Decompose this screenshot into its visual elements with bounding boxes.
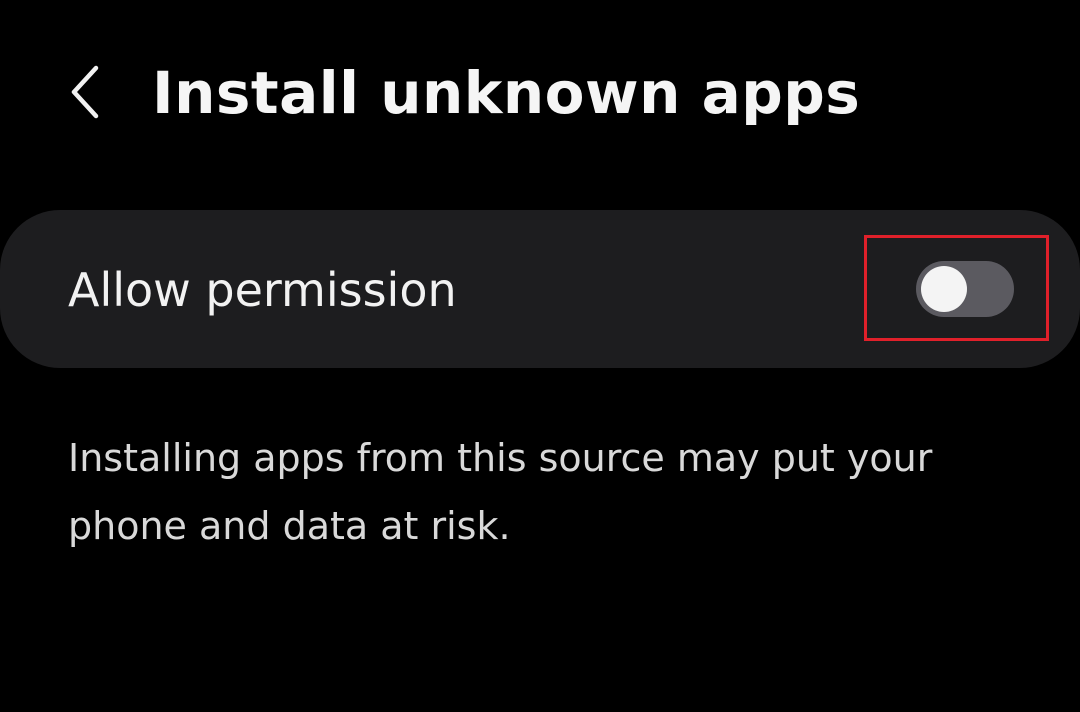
allow-permission-toggle[interactable] [916,261,1014,317]
chevron-left-icon [71,65,99,119]
app-bar: Install unknown apps [0,0,1080,190]
warning-text: Installing apps from this source may put… [68,436,933,548]
page-title: Install unknown apps [152,59,861,127]
back-button[interactable] [50,52,120,132]
allow-permission-row[interactable]: Allow permission [0,210,1080,368]
toggle-knob [921,266,967,312]
allow-permission-label: Allow permission [68,263,457,317]
